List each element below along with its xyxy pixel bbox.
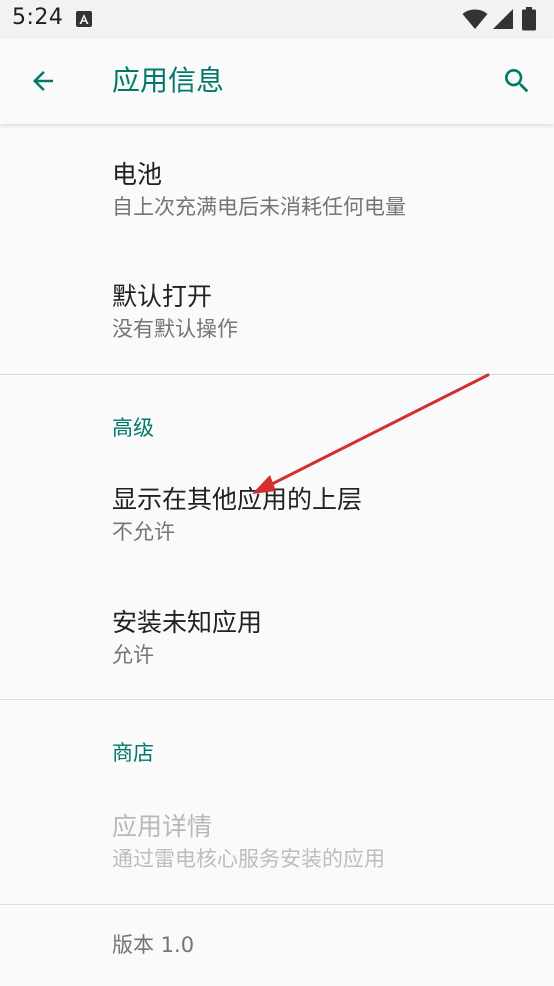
pref-title: 应用详情 bbox=[112, 812, 213, 841]
pref-summary: 自上次充满电后未消耗任何电量 bbox=[112, 195, 406, 219]
pref-open-by-default[interactable]: 默认打开 没有默认操作 bbox=[112, 280, 238, 344]
category-advanced: 高级 bbox=[112, 416, 154, 440]
divider bbox=[0, 904, 554, 905]
status-time: 5:24 bbox=[12, 5, 64, 30]
category-store: 商店 bbox=[112, 741, 154, 765]
pref-title: 显示在其他应用的上层 bbox=[112, 485, 363, 514]
pref-summary: 没有默认操作 bbox=[112, 317, 238, 341]
battery-icon bbox=[522, 7, 536, 31]
search-icon bbox=[505, 69, 529, 93]
pref-app-details: 应用详情 通过雷电核心服务安装的应用 bbox=[112, 810, 385, 874]
pref-title: 安装未知应用 bbox=[112, 608, 263, 637]
pref-install-unknown-apps[interactable]: 安装未知应用 允许 bbox=[112, 606, 262, 670]
pref-title: 默认打开 bbox=[112, 282, 213, 311]
search-button[interactable] bbox=[492, 56, 542, 106]
pref-battery[interactable]: 电池 自上次充满电后未消耗任何电量 bbox=[112, 158, 406, 222]
status-icons bbox=[462, 7, 542, 31]
pref-draw-over-other-apps[interactable]: 显示在其他应用的上层 不允许 bbox=[112, 483, 362, 547]
page-title: 应用信息 bbox=[112, 64, 225, 97]
app-bar: 应用信息 bbox=[0, 38, 554, 124]
pref-summary: 通过雷电核心服务安装的应用 bbox=[112, 847, 385, 871]
pref-summary: 允许 bbox=[112, 643, 154, 667]
status-bar: 5:24 bbox=[0, 0, 554, 38]
pref-title: 电池 bbox=[112, 160, 163, 189]
version-text: 版本 1.0 bbox=[112, 933, 195, 957]
divider bbox=[0, 374, 554, 375]
a-icon bbox=[76, 11, 92, 27]
signal-icon bbox=[493, 9, 513, 29]
arrow-back-icon bbox=[33, 71, 53, 91]
wifi-icon bbox=[462, 9, 488, 29]
pref-summary: 不允许 bbox=[112, 520, 175, 544]
divider bbox=[0, 699, 554, 700]
back-button[interactable] bbox=[18, 56, 68, 106]
